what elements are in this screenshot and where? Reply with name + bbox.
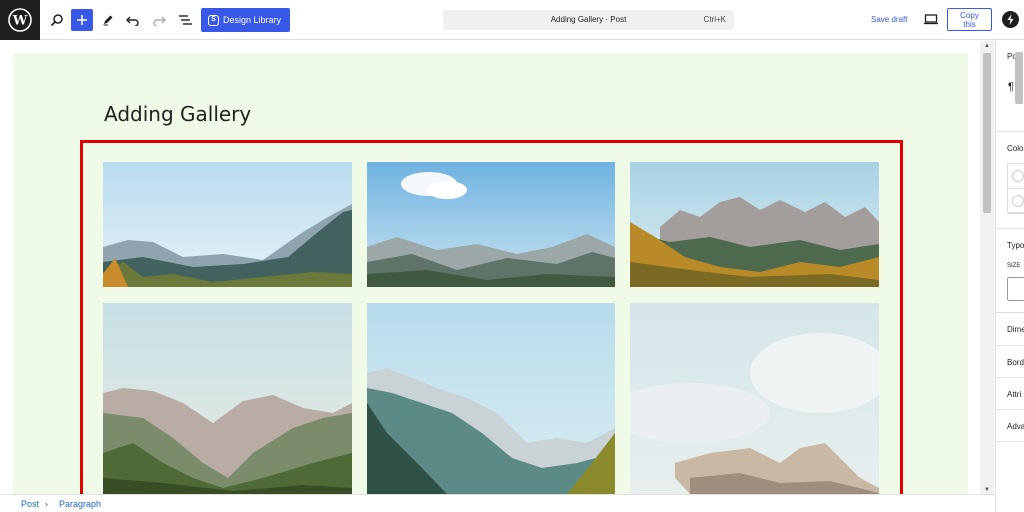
sidebar-panel-attributes[interactable]: Attri: [996, 378, 1024, 410]
scroll-up-arrow-icon[interactable]: ▲: [983, 43, 991, 49]
command-palette-bar[interactable]: Adding Gallery · Post Ctrl+K: [443, 10, 734, 30]
gallery-image-1[interactable]: [103, 162, 352, 287]
color-swatch-icon: [1012, 170, 1024, 182]
color-swatch-icon: [1012, 195, 1024, 207]
text-color-option[interactable]: [1008, 164, 1024, 189]
paragraph-block-icon: ¶: [1008, 81, 1014, 93]
font-size-input[interactable]: [1007, 277, 1024, 301]
scroll-down-arrow-icon[interactable]: ▼: [983, 487, 991, 493]
breadcrumb-item-paragraph[interactable]: Paragraph: [59, 499, 101, 509]
copy-label-line1: Copy: [960, 11, 979, 20]
undo-icon[interactable]: [122, 9, 144, 31]
editor-screen: W S Design Library Adding Gallery · Post…: [0, 0, 1024, 512]
top-toolbar: W S Design Library Adding Gallery · Post…: [0, 0, 1024, 40]
search-icon[interactable]: [46, 9, 68, 31]
list-view-icon[interactable]: [174, 9, 196, 31]
pencil-icon[interactable]: [97, 9, 119, 31]
gallery-image-3[interactable]: [630, 162, 879, 287]
copy-this-button[interactable]: Copy this: [947, 8, 992, 31]
lightning-plugin-icon[interactable]: [1002, 11, 1019, 28]
preview-icon[interactable]: [924, 12, 938, 26]
gallery-image-6[interactable]: [630, 303, 879, 494]
add-block-button[interactable]: [71, 9, 93, 31]
copy-label-line2: this: [963, 20, 976, 29]
color-panel-title[interactable]: Colo: [1007, 144, 1023, 153]
design-library-label: Design Library: [223, 15, 282, 25]
sidebar-scrollbar-thumb[interactable]: [1015, 52, 1023, 104]
gallery-image-4[interactable]: [103, 303, 352, 494]
breadcrumb: Post › Paragraph: [0, 494, 995, 512]
save-draft-button[interactable]: Save draft: [871, 15, 907, 24]
sidebar-panel-advanced[interactable]: Adva: [996, 410, 1024, 442]
sidebar-block-card: Post ¶: [996, 41, 1024, 132]
breadcrumb-separator: ›: [45, 499, 48, 509]
svg-text:W: W: [12, 14, 28, 29]
scrollbar-thumb[interactable]: [983, 53, 991, 213]
settings-sidebar: Post ¶ Colo Typo SIZE Dime Bord Attri Ad…: [995, 41, 1024, 512]
advanced-panel-title: Adva: [1007, 422, 1024, 431]
shortcut-hint: Ctrl+K: [703, 15, 726, 24]
stackable-icon: S: [208, 14, 219, 26]
typography-panel-title[interactable]: Typo: [1007, 241, 1024, 250]
sidebar-panel-dimensions[interactable]: Dime: [996, 313, 1024, 346]
size-label: SIZE: [1007, 263, 1021, 269]
design-library-button[interactable]: S Design Library: [201, 8, 290, 32]
background-color-option[interactable]: [1008, 189, 1024, 214]
redo-icon[interactable]: [148, 9, 170, 31]
post-title[interactable]: Adding Gallery: [104, 102, 251, 126]
wordpress-logo-icon[interactable]: W: [0, 0, 40, 40]
gallery-image-2[interactable]: [367, 162, 615, 287]
breadcrumb-item-post[interactable]: Post: [21, 499, 39, 509]
gallery-image-5[interactable]: [367, 303, 615, 494]
document-title: Adding Gallery · Post: [550, 15, 627, 24]
dimensions-panel-title: Dime: [1007, 325, 1024, 334]
attributes-panel-title: Attri: [1007, 390, 1022, 399]
sidebar-panel-color: Colo: [996, 132, 1024, 229]
color-swatches: [1007, 163, 1024, 214]
editor-scrollbar[interactable]: ▲ ▼: [980, 41, 994, 494]
border-panel-title: Bord: [1007, 358, 1024, 367]
sidebar-panel-border[interactable]: Bord: [996, 346, 1024, 378]
